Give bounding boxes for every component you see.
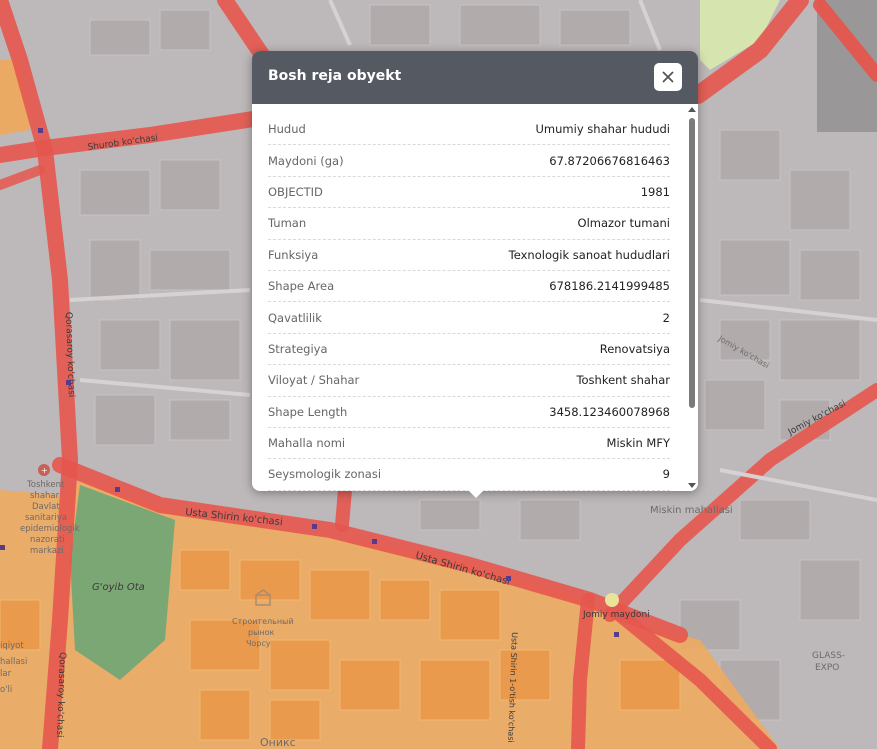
popup-body[interactable]: Hudud Umumiy shahar hududi Maydoni (ga) 67… <box>252 104 686 491</box>
attribute-value: Miskin MFY <box>606 436 670 451</box>
label-left-c: lar <box>0 669 12 679</box>
attribute-key: Qavatlilik <box>268 310 322 325</box>
attribute-value: 9 <box>662 467 670 482</box>
attribute-key: Funksiya <box>268 247 319 262</box>
label-toshkent-4: sanitariya <box>25 513 67 523</box>
attribute-row: Tuman Olmazor tumani <box>268 208 670 240</box>
label-miskin: Miskin mahallasi <box>650 505 733 516</box>
label-glass: GLASS- <box>812 651 845 661</box>
attribute-key: Maydoni (ga) <box>268 153 344 168</box>
close-button[interactable] <box>654 63 682 91</box>
attribute-key: Mahalla nomi <box>268 436 346 451</box>
label-left-d: o'li <box>0 685 12 695</box>
attribute-row: Mahalla nomi Miskin MFY <box>268 428 670 460</box>
feature-popup: Bosh reja obyekt Hudud Umumiy shahar hudu… <box>252 51 698 491</box>
attribute-value: 1981 <box>640 184 670 199</box>
svg-text:+: + <box>41 466 48 475</box>
attribute-row: Shape Area 678186.2141999485 <box>268 271 670 303</box>
attribute-value: 678186.2141999485 <box>549 279 670 294</box>
jomiy-marker <box>605 593 619 607</box>
label-stroy-1: Строительный <box>232 617 294 626</box>
attribute-row: Shape Length 3458.123460078968 <box>268 397 670 428</box>
label-toshkent-3: Davlat <box>32 502 60 512</box>
attribute-value: Umumiy shahar hududi <box>535 122 670 137</box>
attribute-row: Qavatlilik 2 <box>268 302 670 334</box>
popup-title: Bosh reja obyekt <box>268 68 402 84</box>
label-jomiy-maydoni: Jomiy maydoni <box>582 610 650 620</box>
attribute-value: Renovatsiya <box>599 341 670 356</box>
attribute-key: Seysmologik zonasi <box>268 467 382 482</box>
scrollbar-thumb[interactable] <box>689 118 695 408</box>
label-toshkent-7: markazi <box>30 546 64 556</box>
popup-pointer <box>467 489 485 498</box>
attribute-row: Seysmologik zonasi 9 <box>268 459 670 491</box>
attribute-value: 2 <box>662 310 670 325</box>
label-left-a: iqiyot <box>0 641 24 651</box>
label-toshkent-5: epidemiologik <box>20 524 80 534</box>
attribute-row: Strategiya Renovatsiya <box>268 334 670 366</box>
attribute-value: 3458.123460078968 <box>549 404 670 419</box>
attribute-row: Maydoni (ga) 67.87206676816463 <box>268 145 670 177</box>
popup-scrollbar[interactable] <box>686 104 698 491</box>
close-icon <box>662 71 674 83</box>
label-expo: EXPO <box>815 663 839 673</box>
attribute-value: Texnologik sanoat hududlari <box>508 247 670 262</box>
label-toshkent-1: Toshkent <box>26 480 65 490</box>
label-stroy-3: Чорсу <box>246 639 271 648</box>
attribute-row: OBJECTID 1981 <box>268 177 670 209</box>
attribute-key: Strategiya <box>268 341 328 356</box>
popup-header: Bosh reja obyekt <box>252 51 698 104</box>
attribute-key: Shape Length <box>268 404 348 419</box>
attribute-row: Funksiya Texnologik sanoat hududlari <box>268 240 670 271</box>
attribute-key: Hudud <box>268 122 306 137</box>
attribute-value: 67.87206676816463 <box>549 153 670 168</box>
label-stroy-2: рынок <box>248 628 275 637</box>
label-toshkent-6: nazorati <box>30 535 65 545</box>
attribute-key: OBJECTID <box>268 184 323 199</box>
label-toshkent-2: shahar <box>30 491 60 501</box>
attribute-key: Shape Area <box>268 279 335 294</box>
attribute-table: Hudud Umumiy shahar hududi Maydoni (ga) 67… <box>252 114 686 491</box>
attribute-key: Tuman <box>268 216 307 231</box>
attribute-value: Toshkent shahar <box>576 373 670 388</box>
attribute-row: Hudud Umumiy shahar hududi <box>268 114 670 146</box>
attribute-value: Olmazor tumani <box>577 216 670 231</box>
scroll-down-arrow-icon[interactable] <box>688 483 696 488</box>
label-goyib-ota: G'oyib Ota <box>92 582 145 593</box>
label-oniks: Оникс <box>260 736 296 749</box>
attribute-row: Viloyat / Shahar Toshkent shahar <box>268 365 670 397</box>
scroll-up-arrow-icon[interactable] <box>688 107 696 112</box>
attribute-key: Viloyat / Shahar <box>268 373 360 388</box>
label-left-b: hallasi <box>0 657 27 667</box>
